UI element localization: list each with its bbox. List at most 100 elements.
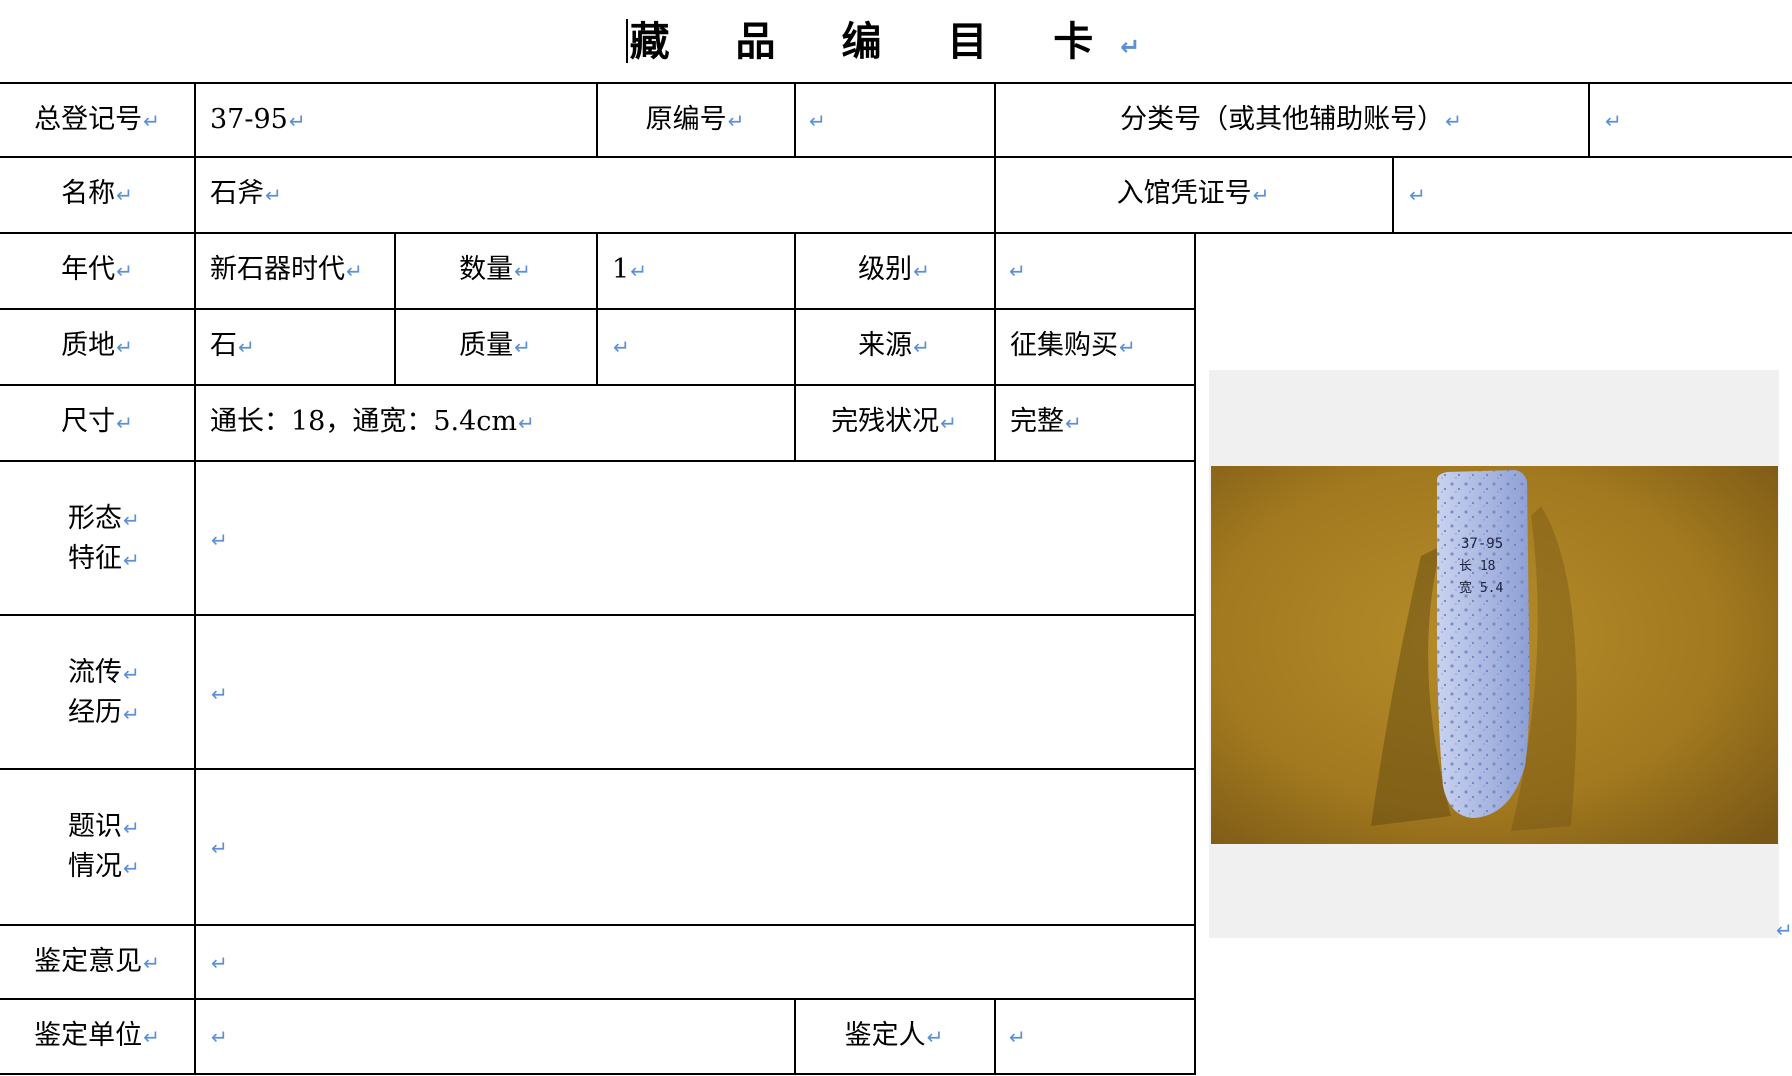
form-value[interactable]: ↵ xyxy=(210,522,228,557)
table-rule-row7 xyxy=(0,768,1196,770)
class-no-label: 分类号（或其他辅助账号）↵ xyxy=(1120,104,1462,135)
appraisal-value[interactable]: ↵ xyxy=(210,945,228,980)
reg-no-value[interactable]: 37-95↵ xyxy=(210,103,306,138)
history-label-line1: 流传↵ xyxy=(68,657,140,688)
table-rule-row6 xyxy=(0,614,1196,616)
paragraph-mark-icon: ↵ xyxy=(1252,183,1270,207)
table-border-top xyxy=(0,82,1792,84)
table-col-photo xyxy=(1194,232,1196,1074)
appraiser-unit-label: 鉴定单位↵ xyxy=(34,1020,160,1051)
table-rule-row3 xyxy=(0,308,1196,310)
paragraph-mark-icon: ↵ xyxy=(116,259,133,283)
condition-value[interactable]: 完整↵ xyxy=(1010,405,1082,440)
paragraph-mark-icon: ↵ xyxy=(116,335,133,359)
paragraph-mark-icon: ↵ xyxy=(265,183,282,207)
table-border-bottom xyxy=(0,1073,1196,1075)
paragraph-mark-icon: ↵ xyxy=(518,411,535,435)
name-value[interactable]: 石斧↵ xyxy=(210,177,282,212)
condition-label: 完残状况↵ xyxy=(831,406,957,437)
paragraph-mark-icon: ↵ xyxy=(1009,1025,1026,1049)
handwriting-line-2: 长 18 xyxy=(1459,559,1495,574)
handwriting-line-1: 37-95 xyxy=(1461,536,1503,552)
inscription-label-line2: 情况↵ xyxy=(68,851,140,882)
paragraph-mark-icon: ↵ xyxy=(211,1025,228,1049)
table-rule-row8 xyxy=(0,924,1196,926)
form-label-line1: 形态↵ xyxy=(68,503,140,534)
appraiser-label: 鉴定人↵ xyxy=(844,1020,944,1051)
paragraph-mark-icon: ↵ xyxy=(116,183,133,207)
paragraph-mark-icon: ↵ xyxy=(288,109,306,133)
paragraph-mark-icon: ↵ xyxy=(1776,918,1792,942)
paragraph-mark-icon: ↵ xyxy=(211,682,228,706)
paragraph-mark-icon: ↵ xyxy=(727,109,745,133)
paragraph-mark-icon: ↵ xyxy=(926,1025,944,1049)
era-label: 年代↵ xyxy=(61,254,133,285)
paragraph-mark-icon: ↵ xyxy=(143,951,160,975)
grade-value[interactable]: ↵ xyxy=(1008,253,1026,288)
appraiser-value[interactable]: ↵ xyxy=(1008,1019,1026,1054)
paragraph-mark-icon: ↵ xyxy=(211,528,228,552)
table-col-b2 xyxy=(596,232,598,385)
voucher-label: 入馆凭证号↵ xyxy=(1116,178,1270,209)
table-col-d2 xyxy=(994,998,996,1074)
history-label-line2: 经历↵ xyxy=(68,697,140,728)
paragraph-mark-icon: ↵ xyxy=(346,259,363,283)
qty-value[interactable]: 1↵ xyxy=(612,253,647,288)
name-label: 名称↵ xyxy=(61,178,133,209)
inscription-label-line1: 题识↵ xyxy=(68,811,140,842)
orig-no-label: 原编号↵ xyxy=(645,104,745,135)
table-col-f xyxy=(1392,156,1394,234)
paragraph-mark-icon: ↵ xyxy=(238,335,255,359)
paragraph-mark-icon: ↵ xyxy=(1065,411,1082,435)
paragraph-mark-icon: ↵ xyxy=(1409,183,1426,207)
paragraph-mark-icon: ↵ xyxy=(940,411,957,435)
stone-axe-image: 37-95 长 18 宽 5.4 xyxy=(1211,466,1778,844)
size-label: 尺寸↵ xyxy=(61,406,133,437)
history-value[interactable]: ↵ xyxy=(210,676,228,711)
paragraph-mark-icon: ↵ xyxy=(116,411,133,435)
paragraph-mark-icon: ↵ xyxy=(1009,259,1026,283)
paragraph-mark-icon: ↵ xyxy=(1120,33,1167,61)
catalogue-card: 藏 品 编 目 卡↵ 总登记号↵ 37-95↵ 原编号↵ ↵ 分类号（或其他辅助… xyxy=(0,0,1792,1076)
grade-label: 级别↵ xyxy=(858,254,930,285)
paragraph-mark-icon: ↵ xyxy=(211,951,228,975)
table-rule-row1 xyxy=(0,156,1792,158)
paragraph-mark-icon: ↵ xyxy=(1119,335,1136,359)
mass-label: 质量↵ xyxy=(459,330,531,361)
paragraph-mark-icon: ↵ xyxy=(143,1025,160,1049)
text-cursor xyxy=(625,19,628,63)
material-value[interactable]: 石↵ xyxy=(210,329,255,364)
voucher-value[interactable]: ↵ xyxy=(1408,177,1426,212)
paragraph-mark-icon: ↵ xyxy=(913,259,930,283)
paragraph-mark-icon: ↵ xyxy=(123,816,140,840)
card-title-text: 藏 品 编 目 卡 xyxy=(629,18,1120,65)
table-rule-row2 xyxy=(0,232,1792,234)
mass-value[interactable]: ↵ xyxy=(612,329,630,364)
paragraph-mark-icon: ↵ xyxy=(123,856,140,880)
paragraph-mark-icon: ↵ xyxy=(809,109,826,133)
appraiser-unit-value[interactable]: ↵ xyxy=(210,1019,228,1054)
handwriting-line-3: 宽 5.4 xyxy=(1459,580,1503,596)
paragraph-mark-icon: ↵ xyxy=(514,335,531,359)
class-no-value[interactable]: ↵ xyxy=(1604,103,1622,138)
source-value[interactable]: 征集购买↵ xyxy=(1010,329,1136,364)
table-col-label xyxy=(194,82,196,1074)
paragraph-mark-icon: ↵ xyxy=(123,662,140,686)
inscription-value[interactable]: ↵ xyxy=(210,830,228,865)
orig-no-value[interactable]: ↵ xyxy=(808,103,826,138)
table-rule-row9 xyxy=(0,998,1196,1000)
paragraph-mark-icon: ↵ xyxy=(211,836,228,860)
paragraph-mark-icon: ↵ xyxy=(123,508,140,532)
paragraph-mark-icon: ↵ xyxy=(1605,109,1622,133)
paragraph-mark-icon: ↵ xyxy=(143,109,160,133)
paragraph-mark-icon: ↵ xyxy=(514,259,531,283)
paragraph-mark-icon: ↵ xyxy=(630,259,647,283)
table-rule-row5 xyxy=(0,460,1196,462)
artifact-photo[interactable]: 37-95 长 18 宽 5.4 xyxy=(1211,466,1778,844)
era-value[interactable]: 新石器时代↵ xyxy=(210,253,363,288)
paragraph-mark-icon: ↵ xyxy=(613,335,630,359)
paragraph-mark-icon: ↵ xyxy=(1445,109,1462,133)
size-value[interactable]: 通长：18，通宽：5.4cm↵ xyxy=(210,405,535,440)
card-title: 藏 品 编 目 卡↵ xyxy=(0,16,1792,73)
paragraph-mark-icon: ↵ xyxy=(123,548,140,572)
